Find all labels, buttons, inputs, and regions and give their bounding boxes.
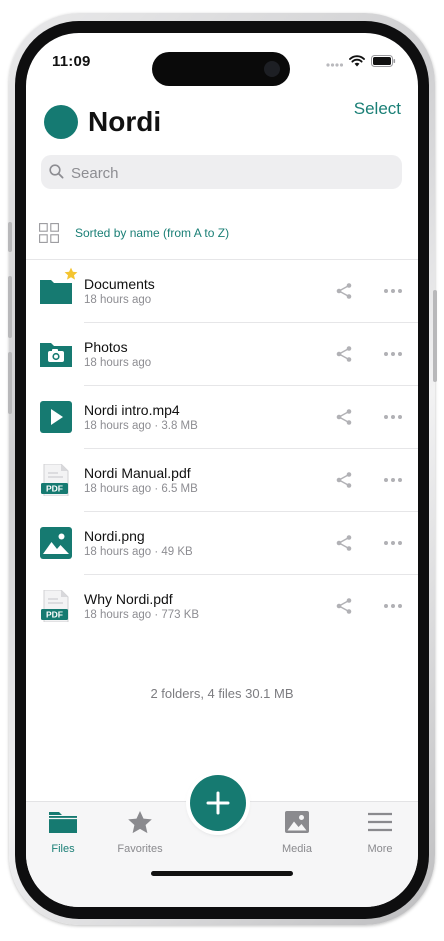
file-name: Photos (84, 339, 128, 355)
storage-summary: 2 folders, 4 files 30.1 MB (150, 686, 294, 701)
share-icon[interactable] (335, 597, 353, 615)
cellular-signal-icon (326, 62, 343, 67)
sort-row: Sorted by name (from A to Z) (39, 223, 229, 243)
tab-label: More (367, 843, 393, 855)
folder-icon (49, 812, 77, 833)
share-icon[interactable] (335, 345, 353, 363)
menu-icon (368, 812, 392, 832)
file-name: Nordi.png (84, 528, 145, 544)
dynamic-island (152, 52, 290, 86)
file-meta: 18 hours ago · 3.8 MB (84, 420, 198, 432)
file-name: Nordi intro.mp4 (84, 402, 180, 418)
search-bar[interactable] (41, 155, 402, 191)
wifi-icon (349, 55, 365, 67)
video-file-icon (40, 401, 72, 433)
pdf-badge: PDF (46, 610, 63, 620)
file-name: Nordi Manual.pdf (84, 465, 191, 481)
tab-label: Favorites (117, 843, 163, 855)
file-name: Documents (84, 276, 155, 292)
star-icon (64, 267, 78, 280)
pdf-badge: PDF (46, 484, 63, 494)
action-button (8, 222, 12, 252)
plus-icon (206, 791, 230, 815)
file-meta: 18 hours ago · 773 KB (84, 609, 200, 621)
tab-more[interactable]: More (340, 810, 418, 855)
list-item[interactable]: Nordi.png 18 hours ago · 49 KB (26, 512, 418, 575)
avatar[interactable] (44, 105, 78, 139)
volume-down-button (8, 352, 12, 414)
file-meta: 18 hours ago · 6.5 MB (84, 483, 198, 495)
file-meta: 18 hours ago (84, 357, 152, 369)
sort-button[interactable]: Sorted by name (from A to Z) (75, 226, 229, 240)
status-icons (326, 55, 396, 67)
more-options-icon[interactable] (383, 288, 403, 294)
pdf-file-icon: PDF (41, 464, 69, 496)
file-meta: 18 hours ago · 49 KB (84, 546, 193, 558)
list-item[interactable]: Nordi intro.mp4 18 hours ago · 3.8 MB (26, 386, 418, 449)
image-file-icon (40, 527, 72, 559)
tab-favorites[interactable]: Favorites (100, 810, 180, 855)
star-icon (128, 811, 152, 834)
file-list: Documents 18 hours ago Photos 18 hours a… (26, 259, 418, 638)
file-meta: 18 hours ago (84, 294, 152, 306)
tab-media[interactable]: Media (257, 810, 337, 855)
tab-files[interactable]: Files (26, 810, 103, 855)
tab-label: Media (282, 843, 312, 855)
more-options-icon[interactable] (383, 414, 403, 420)
home-indicator[interactable] (151, 871, 293, 876)
screen: 11:09 Nordi Select Search Sorted by name… (26, 33, 418, 907)
more-options-icon[interactable] (383, 603, 403, 609)
camera-folder-icon (40, 343, 72, 367)
list-item[interactable]: Documents 18 hours ago (26, 260, 418, 323)
volume-up-button (8, 276, 12, 338)
battery-icon (371, 55, 396, 67)
power-button (433, 290, 437, 382)
list-item[interactable]: Photos 18 hours ago (26, 323, 418, 386)
image-icon (285, 811, 309, 833)
more-options-icon[interactable] (383, 351, 403, 357)
front-camera (264, 61, 280, 77)
share-icon[interactable] (335, 408, 353, 426)
list-item[interactable]: PDF Nordi Manual.pdf 18 hours ago · 6.5 … (26, 449, 418, 512)
status-time: 11:09 (52, 53, 91, 70)
select-button[interactable]: Select (354, 99, 401, 119)
page-title: Nordi (88, 106, 162, 137)
search-icon (49, 164, 64, 179)
tab-label: Files (51, 843, 75, 855)
share-icon[interactable] (335, 282, 353, 300)
pdf-file-icon: PDF (41, 590, 69, 622)
grid-view-icon[interactable] (39, 223, 59, 243)
search-input[interactable] (69, 155, 393, 191)
share-icon[interactable] (335, 534, 353, 552)
list-item[interactable]: PDF Why Nordi.pdf 18 hours ago · 773 KB (26, 575, 418, 638)
file-name: Why Nordi.pdf (84, 591, 173, 607)
more-options-icon[interactable] (383, 540, 403, 546)
share-icon[interactable] (335, 471, 353, 489)
add-button[interactable] (190, 775, 246, 831)
more-options-icon[interactable] (383, 477, 403, 483)
